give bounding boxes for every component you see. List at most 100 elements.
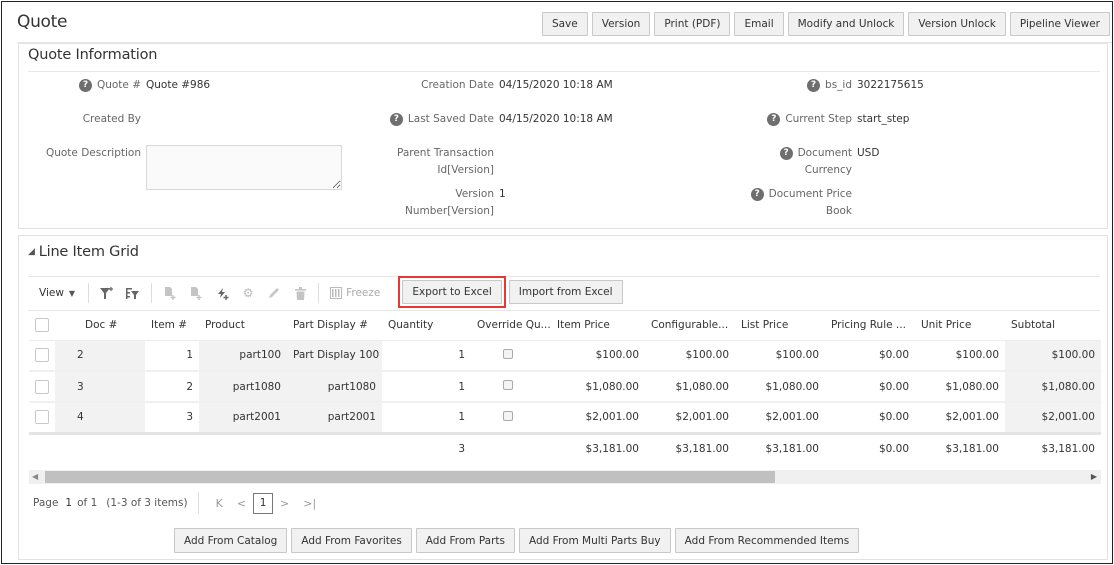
version-button[interactable]: Version bbox=[591, 12, 651, 36]
column-header-item-price[interactable]: Item Price bbox=[551, 311, 645, 341]
column-header-doc[interactable]: Doc # bbox=[55, 311, 145, 341]
add-filter-icon[interactable] bbox=[96, 282, 118, 304]
add-from-catalog-button[interactable]: Add From Catalog bbox=[174, 528, 288, 553]
doc-cell: 2 bbox=[55, 340, 145, 372]
add-from-multi-parts-buy-button[interactable]: Add From Multi Parts Buy bbox=[519, 528, 671, 553]
horizontal-scrollbar[interactable]: ◀ ▶ bbox=[29, 470, 1101, 484]
modify-and-unlock-button[interactable]: Modify and Unlock bbox=[787, 12, 905, 36]
item-price-cell: $100.00 bbox=[551, 340, 645, 372]
line-item-grid-header[interactable]: ◢ Line Item Grid bbox=[28, 244, 139, 260]
configurable-cell: $100.00 bbox=[645, 340, 735, 372]
quantity-cell[interactable]: 1 bbox=[382, 340, 471, 372]
add-from-parts-button[interactable]: Add From Parts bbox=[415, 528, 516, 553]
current-page-box[interactable]: 1 bbox=[253, 492, 274, 514]
item-price-cell: $1,080.00 bbox=[551, 371, 645, 403]
parent-transaction-label-line1: Parent Transaction bbox=[396, 147, 494, 159]
reconfigure-icon[interactable] bbox=[211, 282, 233, 304]
column-header-subtotal[interactable]: Subtotal bbox=[1005, 311, 1101, 341]
quote-description-input[interactable] bbox=[146, 145, 342, 190]
current-step-label: Current Step bbox=[785, 113, 852, 125]
empty-cell bbox=[287, 431, 382, 463]
pipeline-viewer-button[interactable]: Pipeline Viewer bbox=[1009, 12, 1110, 36]
row-select-cell bbox=[29, 371, 55, 403]
override-checkbox[interactable] bbox=[503, 348, 513, 359]
help-icon[interactable]: ? bbox=[78, 79, 92, 92]
first-page-icon[interactable]: K bbox=[216, 497, 223, 510]
row-checkbox[interactable] bbox=[35, 379, 49, 394]
view-menu[interactable]: View ▼ bbox=[31, 287, 83, 299]
column-header-quantity[interactable]: Quantity bbox=[382, 311, 471, 341]
item-cell: 2 bbox=[145, 371, 199, 403]
email-button[interactable]: Email bbox=[734, 12, 784, 36]
product-cell[interactable]: part100 bbox=[199, 340, 287, 372]
table-row[interactable]: 3 2 part1080 part1080 1 $1,080.00 $1,080… bbox=[29, 371, 1101, 403]
row-checkbox[interactable] bbox=[35, 348, 49, 363]
help-icon[interactable]: ? bbox=[767, 113, 781, 126]
gear-icon[interactable]: ⚙ bbox=[237, 282, 259, 304]
last-page-icon[interactable]: >| bbox=[303, 497, 316, 510]
freeze-label: Freeze bbox=[346, 287, 381, 299]
column-header-configurable[interactable]: Configurable... bbox=[645, 311, 735, 341]
filter-list-icon[interactable] bbox=[122, 282, 144, 304]
total-subtotal: $3,181.00 bbox=[1005, 431, 1101, 463]
total-unit-price: $3,181.00 bbox=[915, 431, 1005, 463]
version-number-label-line1: Version bbox=[455, 188, 494, 200]
version-number-field: Version Number[Version] 1 bbox=[369, 186, 506, 220]
add-from-recommended-items-button[interactable]: Add From Recommended Items bbox=[674, 528, 860, 553]
current-step-field: ? Current Step start_step bbox=[719, 111, 909, 128]
quote-number-field: ? Quote # Quote #986 bbox=[69, 77, 210, 94]
column-header-product[interactable]: Product bbox=[199, 311, 287, 341]
scroll-right-icon[interactable]: ▶ bbox=[1091, 470, 1097, 484]
pencil-icon[interactable] bbox=[263, 282, 285, 304]
view-label: View bbox=[39, 287, 64, 299]
column-header-unit-price[interactable]: Unit Price bbox=[915, 311, 1005, 341]
quote-number-label: Quote # bbox=[96, 79, 141, 91]
export-to-excel-button[interactable]: Export to Excel bbox=[402, 280, 502, 304]
freeze-button[interactable]: Freeze bbox=[324, 287, 386, 299]
help-icon[interactable]: ? bbox=[779, 147, 793, 160]
column-header-part-display[interactable]: Part Display # bbox=[287, 311, 382, 341]
add-copy-icon[interactable] bbox=[185, 282, 207, 304]
next-page-icon[interactable]: > bbox=[280, 497, 289, 510]
help-icon[interactable]: ? bbox=[807, 79, 821, 92]
import-from-excel-button[interactable]: Import from Excel bbox=[508, 280, 623, 304]
document-currency-field: ? Document Currency USD bbox=[719, 145, 879, 179]
configurable-cell: $1,080.00 bbox=[645, 371, 735, 403]
help-icon[interactable]: ? bbox=[750, 188, 764, 201]
trash-icon[interactable] bbox=[289, 282, 311, 304]
print-pdf-button[interactable]: Print (PDF) bbox=[654, 12, 731, 36]
save-button[interactable]: Save bbox=[541, 12, 588, 36]
add-line-icon[interactable] bbox=[159, 282, 181, 304]
pagination: Page 1 of 1 (1-3 of 3 items) K < 1 > >| bbox=[33, 491, 323, 515]
product-cell[interactable]: part1080 bbox=[199, 371, 287, 403]
help-icon[interactable]: ? bbox=[389, 113, 403, 126]
doc-cell: 4 bbox=[55, 402, 145, 434]
document-currency-value: USD bbox=[857, 147, 880, 159]
add-from-favorites-button[interactable]: Add From Favorites bbox=[291, 528, 412, 553]
list-price-cell: $1,080.00 bbox=[735, 371, 825, 403]
override-cell bbox=[471, 402, 551, 434]
version-unlock-button[interactable]: Version Unlock bbox=[908, 12, 1006, 36]
row-select-cell bbox=[29, 340, 55, 372]
table-row[interactable]: 4 3 part2001 part2001 1 $2,001.00 $2,001… bbox=[29, 402, 1101, 434]
scrollbar-thumb[interactable] bbox=[45, 471, 775, 483]
row-checkbox[interactable] bbox=[35, 410, 49, 425]
pager-separator bbox=[197, 492, 199, 514]
collapse-triangle-icon[interactable]: ◢ bbox=[28, 247, 35, 257]
current-step-value: start_step bbox=[857, 113, 910, 125]
scroll-left-icon[interactable]: ◀ bbox=[32, 470, 38, 484]
quantity-cell[interactable]: 1 bbox=[382, 371, 471, 403]
toolbar-separator bbox=[151, 283, 153, 303]
select-all-checkbox[interactable] bbox=[35, 318, 49, 333]
product-cell[interactable]: part2001 bbox=[199, 402, 287, 434]
empty-cell bbox=[55, 431, 145, 463]
quantity-cell[interactable]: 1 bbox=[382, 402, 471, 434]
table-row[interactable]: 2 1 part100 Part Display 100 1 $100.00 $… bbox=[29, 340, 1101, 372]
override-checkbox[interactable] bbox=[503, 410, 513, 421]
previous-page-icon[interactable]: < bbox=[237, 497, 246, 510]
column-header-override-quantity[interactable]: Override Qu... bbox=[471, 311, 551, 341]
column-header-pricing-rule[interactable]: Pricing Rule ... bbox=[825, 311, 915, 341]
column-header-item[interactable]: Item # bbox=[145, 311, 199, 341]
override-checkbox[interactable] bbox=[503, 380, 513, 390]
column-header-list-price[interactable]: List Price bbox=[735, 311, 825, 341]
